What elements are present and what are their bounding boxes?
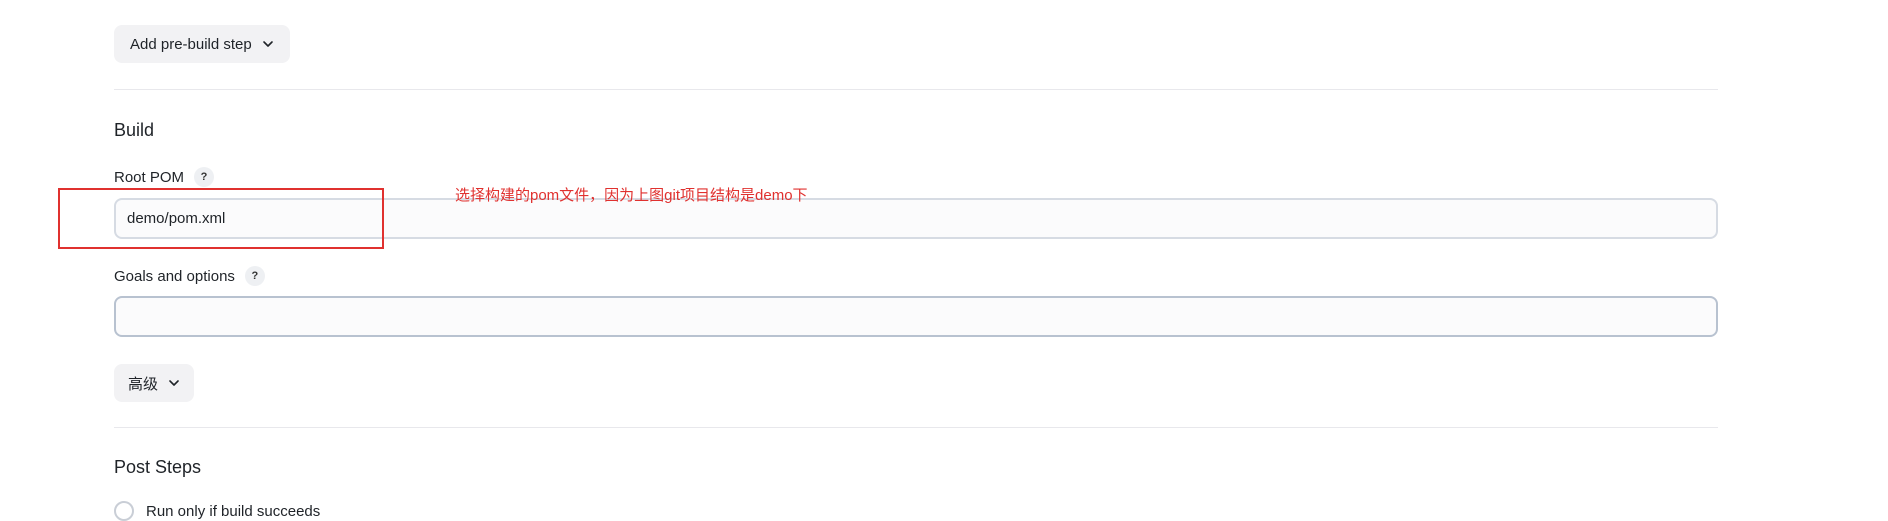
help-icon[interactable]: ? xyxy=(194,167,215,187)
advanced-button[interactable]: 高级 xyxy=(114,364,195,402)
goals-options-input[interactable] xyxy=(114,296,1718,337)
post-step-option-run-if-succeeds[interactable]: Run only if build succeeds xyxy=(114,501,320,521)
root-pom-label: Root POM xyxy=(114,168,185,186)
goals-options-label: Goals and options xyxy=(114,267,235,285)
root-pom-label-row: Root POM ? xyxy=(114,167,215,187)
section-divider xyxy=(114,427,1718,428)
radio-icon[interactable] xyxy=(114,501,134,521)
section-divider xyxy=(114,89,1718,90)
root-pom-input[interactable] xyxy=(114,198,1718,239)
chevron-down-icon xyxy=(262,41,273,47)
annotation-text: 选择构建的pom文件，因为上图git项目结构是demo下 xyxy=(455,187,808,204)
post-steps-section-title: Post Steps xyxy=(114,457,202,477)
add-pre-build-step-label: Add pre-build step xyxy=(130,35,252,53)
post-step-option-label: Run only if build succeeds xyxy=(146,502,321,520)
build-section-title: Build xyxy=(114,120,155,140)
add-pre-build-step-button[interactable]: Add pre-build step xyxy=(114,25,290,63)
goals-label-row: Goals and options ? xyxy=(114,266,265,286)
chevron-down-icon xyxy=(169,380,179,386)
help-icon[interactable]: ? xyxy=(244,266,265,286)
maven-build-config-page: Add pre-build step Build Root POM ? Goal… xyxy=(0,0,1888,521)
advanced-label: 高级 xyxy=(128,375,159,393)
